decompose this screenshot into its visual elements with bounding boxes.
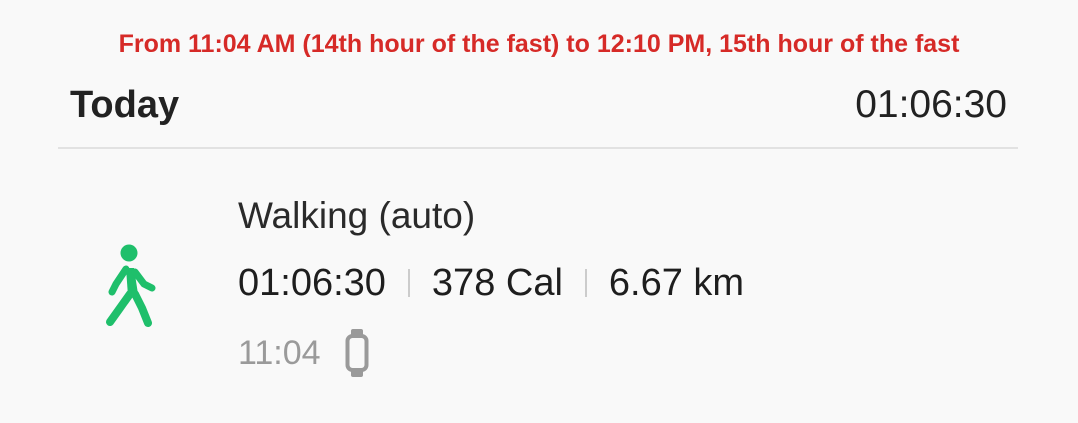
stat-separator bbox=[584, 269, 587, 297]
total-duration: 01:06:30 bbox=[855, 83, 1007, 126]
today-header: Today 01:06:30 bbox=[70, 80, 1007, 130]
activity-title: Walking (auto) bbox=[238, 195, 476, 236]
activity-stats: 01:06:30 378 Cal 6.67 km bbox=[238, 260, 744, 306]
activity-meta: 11:04 bbox=[238, 328, 369, 378]
activity-start-time: 11:04 bbox=[238, 333, 321, 372]
smartwatch-icon bbox=[345, 329, 369, 377]
activity-calories: 378 Cal bbox=[431, 261, 563, 304]
activity-duration: 01:06:30 bbox=[238, 261, 386, 304]
section-title: Today bbox=[70, 83, 180, 126]
annotation-caption: From 11:04 AM (14th hour of the fast) to… bbox=[118, 30, 960, 58]
walking-person-icon bbox=[106, 244, 156, 327]
header-divider bbox=[58, 147, 1018, 149]
activity-distance: 6.67 km bbox=[608, 261, 745, 304]
stat-separator bbox=[407, 269, 410, 297]
